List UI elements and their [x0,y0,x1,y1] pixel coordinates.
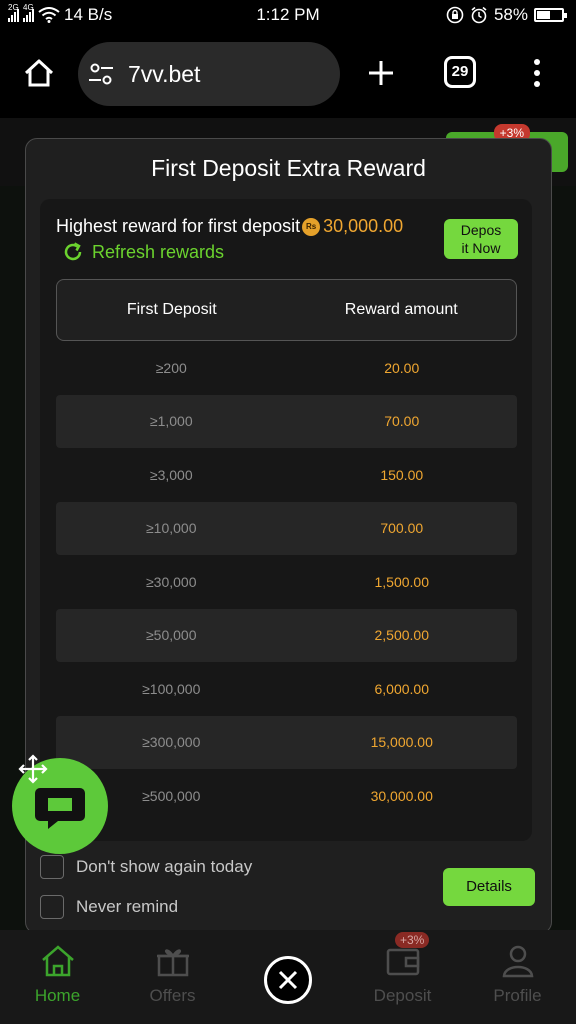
never-remind-checkbox[interactable] [40,895,64,919]
status-bar: 2G 4G 14 B/s 1:12 PM 58% [0,0,576,32]
tab-count: 29 [451,63,469,80]
details-button[interactable]: Details [443,868,535,906]
reward-cell: 6,000.00 [374,680,430,697]
deposit-now-label: Depos it Now [460,222,502,256]
reward-cell: 1,500.00 [374,573,430,590]
reward-cell: 70.00 [384,413,420,430]
table-row: ≥3,000 150.00 [56,448,517,502]
deposit-cell: ≥200 [155,359,187,376]
modal-title: First Deposit Extra Reward [151,155,426,181]
nav-offers[interactable]: Offers [115,930,230,1024]
deposit-cell: ≥1,000 [149,413,193,430]
table-row: ≥300,000 15,000.00 [56,715,517,769]
gift-icon [156,949,189,977]
table-row: ≥10,000 700.00 [56,501,517,555]
table-row: ≥1,000 70.00 [56,394,517,448]
deposit-cell: ≥3,000 [149,466,193,483]
nav-offers-label: Offers [149,986,196,1005]
new-tab-icon[interactable] [364,56,398,90]
home-icon[interactable] [22,56,56,90]
nav-profile[interactable]: Profile [460,930,575,1024]
never-remind-label: Never remind [76,897,179,916]
deposit-cell: ≥300,000 [142,734,201,751]
reward-cell: 20.00 [384,359,420,376]
move-icon[interactable] [18,754,48,784]
highest-reward-amount: 30,000.00 [323,216,404,236]
battery-icon [534,8,567,22]
alarm-icon [471,6,487,24]
nav-deposit-label: Deposit [373,986,432,1005]
profile-icon [502,945,533,978]
dont-show-today-option[interactable]: Don't show again today [40,855,252,879]
table-row: ≥50,000 2,500.00 [56,608,517,662]
deposit-now-button[interactable]: Depos it Now [444,219,518,259]
deposit-cell: ≥100,000 [142,680,201,697]
screen: 2G 4G 14 B/s 1:12 PM 58% 7vv.bet 29 +3% … [0,0,576,1024]
table-row: ≥30,000 1,500.00 [56,555,517,609]
deposit-cell: ≥30,000 [145,573,197,590]
deposit-cell: ≥10,000 [145,520,197,537]
refresh-icon [64,242,82,261]
table-row: ≥100,000 6,000.00 [56,662,517,716]
reward-table-body: ≥200 20.00 ≥1,000 70.00 ≥3,000 150.00 ≥10,0… [56,341,517,823]
tab-switcher-button[interactable]: 29 [444,56,476,88]
column-header-reward-amount: Reward amount [344,301,458,318]
close-modal-button[interactable] [264,956,312,1004]
refresh-rewards-button[interactable]: Refresh rewards [62,241,224,263]
reward-panel: Highest reward for first deposit Rs 30,0… [40,199,532,841]
dont-show-today-label: Don't show again today [76,857,253,876]
close-icon [278,970,298,990]
address-bar[interactable]: 7vv.bet [78,42,340,106]
reward-cell: 150.00 [380,466,424,483]
site-settings-icon[interactable] [86,59,116,89]
battery-percent: 58% [493,5,528,24]
nav-home[interactable]: Home [0,930,115,1024]
reward-cell: 15,000.00 [370,734,433,751]
refresh-rewards-label: Refresh rewards [92,241,225,262]
never-remind-option[interactable]: Never remind [40,895,178,919]
deposit-bonus-tag: +3% [395,932,430,948]
table-row: ≥200 20.00 [56,341,517,395]
nav-profile-label: Profile [493,986,542,1005]
browser-toolbar: 7vv.bet 29 [0,32,576,118]
column-header-first-deposit: First Deposit [126,301,217,318]
reward-cell: 700.00 [380,520,424,537]
currency-icon: Rs [302,217,321,236]
status-right: 58% [446,5,567,25]
home-icon [41,945,74,977]
url-text: 7vv.bet [128,60,201,87]
nav-home-label: Home [34,986,81,1005]
more-menu-icon[interactable] [520,56,554,90]
reward-table: First Deposit Reward amount ≥200 20.00 ≥1… [56,279,517,823]
reward-cell: 30,000.00 [370,787,433,804]
deposit-cell: ≥50,000 [145,627,197,644]
table-row: ≥500,000 30,000.00 [56,769,517,823]
highest-reward-label: Highest reward for first deposit [56,216,301,236]
dont-show-today-checkbox[interactable] [40,855,64,879]
highest-reward-text: Highest reward for first deposit Rs 30,0… [56,216,403,237]
nav-deposit[interactable]: Deposit +3% [345,930,460,1024]
reward-cell: 2,500.00 [374,627,430,644]
rotation-lock-icon [446,6,464,24]
reward-table-header: First Deposit Reward amount [56,279,517,341]
